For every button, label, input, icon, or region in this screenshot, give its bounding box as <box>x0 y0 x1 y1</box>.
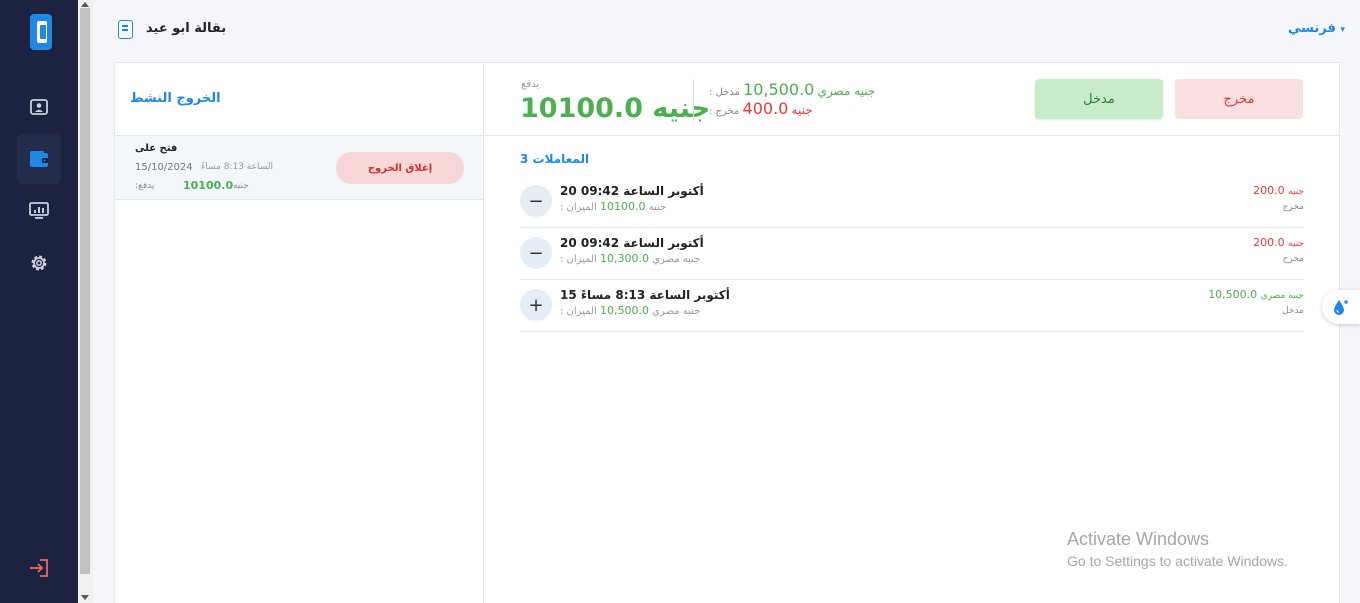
shop-name: بقالة ابو عيد <box>146 21 227 36</box>
transaction-balance: جنيه 10100.0 الميزان : <box>560 200 666 213</box>
active-shifts-panel: الخروج النشط فتح على 15/10/2024 الساعة 8… <box>115 63 484 603</box>
transaction-type: مدخل <box>1282 306 1304 316</box>
water-drop-icon <box>1334 300 1348 315</box>
balance-currency: جنيه مصري <box>652 254 701 265</box>
transaction-amount: جنيه 200.0 <box>1253 184 1304 197</box>
cash-in-button[interactable]: مدخل <box>1035 79 1163 119</box>
transactions-count: المعاملات 3 <box>520 152 590 166</box>
shift-detail-panel: يدفع جنيه 10100.0 جنيه مصري 10,500.0 مدخ… <box>485 63 1341 603</box>
minus-icon[interactable]: − <box>520 237 552 269</box>
transaction-currency: جنيه مصري <box>1260 291 1304 301</box>
transaction-title: أكتوبر الساعة 8:13 مساءً 15 <box>560 288 730 302</box>
shift-currency: جنيه <box>233 181 249 191</box>
main-card: الخروج النشط فتح على 15/10/2024 الساعة 8… <box>114 62 1341 603</box>
cash-out-total: جنيه 400.0 مخرج : <box>709 99 813 118</box>
transaction-amount: جنيه مصري 10,500.0 <box>1208 288 1304 301</box>
transaction-row[interactable]: − أكتوبر الساعة 09:42 20 جنيه مصري 10,30… <box>520 228 1304 280</box>
balance-value: 10,300.0 <box>600 252 649 265</box>
balance-label: الميزان : <box>560 254 597 265</box>
logout-icon <box>30 559 48 577</box>
transaction-amount: جنيه 200.0 <box>1253 236 1304 249</box>
chevron-down-icon: ▾ <box>1340 25 1345 35</box>
transaction-value: 200.0 <box>1253 184 1285 197</box>
scrollbar-thumb[interactable] <box>80 8 90 574</box>
sidebar-item-settings[interactable] <box>17 238 61 288</box>
page-scrollbar[interactable] <box>78 0 93 603</box>
transaction-currency: جنيه <box>1288 239 1304 249</box>
sidebar-item-reports[interactable] <box>17 186 61 236</box>
windows-activation-subtitle: Go to Settings to activate Windows. <box>1067 553 1288 569</box>
floating-helper-button[interactable] <box>1322 290 1360 324</box>
contacts-icon <box>30 99 48 115</box>
transaction-type: مخرج <box>1282 254 1304 264</box>
transaction-value: 200.0 <box>1253 236 1285 249</box>
transaction-balance: جنيه مصري 10,500.0 الميزان : <box>560 304 700 317</box>
plus-icon[interactable]: + <box>520 289 552 321</box>
balance-currency: جنيه مصري <box>652 306 701 317</box>
shift-time: الساعة 8:13 مساءً <box>201 162 273 172</box>
scroll-down-arrow-icon[interactable] <box>81 595 89 600</box>
active-shifts-title: الخروج النشط <box>130 91 221 106</box>
cash-in-currency: جنيه مصري <box>817 84 876 98</box>
language-dropdown[interactable]: ▾ فرنسي <box>1288 21 1345 36</box>
pay-label: يدفع <box>521 79 540 90</box>
balance-value: 10,500.0 <box>600 304 649 317</box>
pay-amount: جنيه 10100.0 <box>520 93 711 124</box>
sidebar-item-contacts[interactable] <box>17 82 61 132</box>
shift-item[interactable]: فتح على 15/10/2024 الساعة 8:13 مساءً يدف… <box>115 136 483 200</box>
sidebar-item-wallet[interactable] <box>17 134 61 184</box>
balance-currency: جنيه <box>648 202 667 213</box>
language-label: فرنسي <box>1288 21 1336 36</box>
transaction-value: 10,500.0 <box>1208 288 1258 301</box>
wallet-icon <box>30 151 48 167</box>
cash-in-total: جنيه مصري 10,500.0 مدخل : <box>709 80 875 99</box>
cash-out-amount: 400.0 <box>742 99 789 118</box>
monitor-chart-icon <box>29 202 49 219</box>
balance-value: 10100.0 <box>600 200 646 213</box>
cash-in-amount: 10,500.0 <box>743 80 815 99</box>
transaction-title: أكتوبر الساعة 09:42 20 <box>560 184 704 198</box>
balance-label: الميزان : <box>560 306 597 317</box>
summary-divider <box>693 79 694 121</box>
cash-out-currency: جنيه <box>791 103 813 117</box>
top-bar: بقالة ابو عيد ▾ فرنسي <box>93 0 1360 62</box>
transaction-row[interactable]: + أكتوبر الساعة 8:13 مساءً 15 جنيه مصري … <box>520 280 1304 332</box>
shift-opened-label: فتح على <box>135 143 178 154</box>
logout-button[interactable] <box>17 543 61 593</box>
sidebar <box>0 0 78 603</box>
cash-out-button[interactable]: مخرج <box>1175 79 1303 119</box>
close-shift-button[interactable]: إغلاق الخروج <box>336 152 464 184</box>
transaction-title: أكتوبر الساعة 09:42 20 <box>560 236 704 250</box>
shift-paid-label: يدفع: <box>135 181 155 191</box>
shift-amount: 10100.0 <box>183 179 234 192</box>
windows-activation-title: Activate Windows <box>1067 529 1210 549</box>
settings-icon <box>31 255 47 271</box>
app-logo-icon <box>30 14 52 50</box>
scroll-up-arrow-icon[interactable] <box>81 2 89 7</box>
cash-out-label: مخرج : <box>709 106 740 117</box>
transaction-row[interactable]: − أكتوبر الساعة 09:42 20 جنيه 10100.0 ال… <box>520 176 1304 228</box>
notebook-icon <box>118 20 133 39</box>
balance-label: الميزان : <box>560 202 597 213</box>
transaction-currency: جنيه <box>1288 187 1304 197</box>
cash-in-label: مدخل : <box>709 87 740 98</box>
shift-summary: يدفع جنيه 10100.0 جنيه مصري 10,500.0 مدخ… <box>485 63 1341 136</box>
minus-icon[interactable]: − <box>520 185 552 217</box>
shift-date: 15/10/2024 <box>135 162 193 173</box>
active-shifts-header: الخروج النشط <box>115 63 483 136</box>
transaction-type: مخرج <box>1282 202 1304 212</box>
transaction-balance: جنيه مصري 10,300.0 الميزان : <box>560 252 700 265</box>
